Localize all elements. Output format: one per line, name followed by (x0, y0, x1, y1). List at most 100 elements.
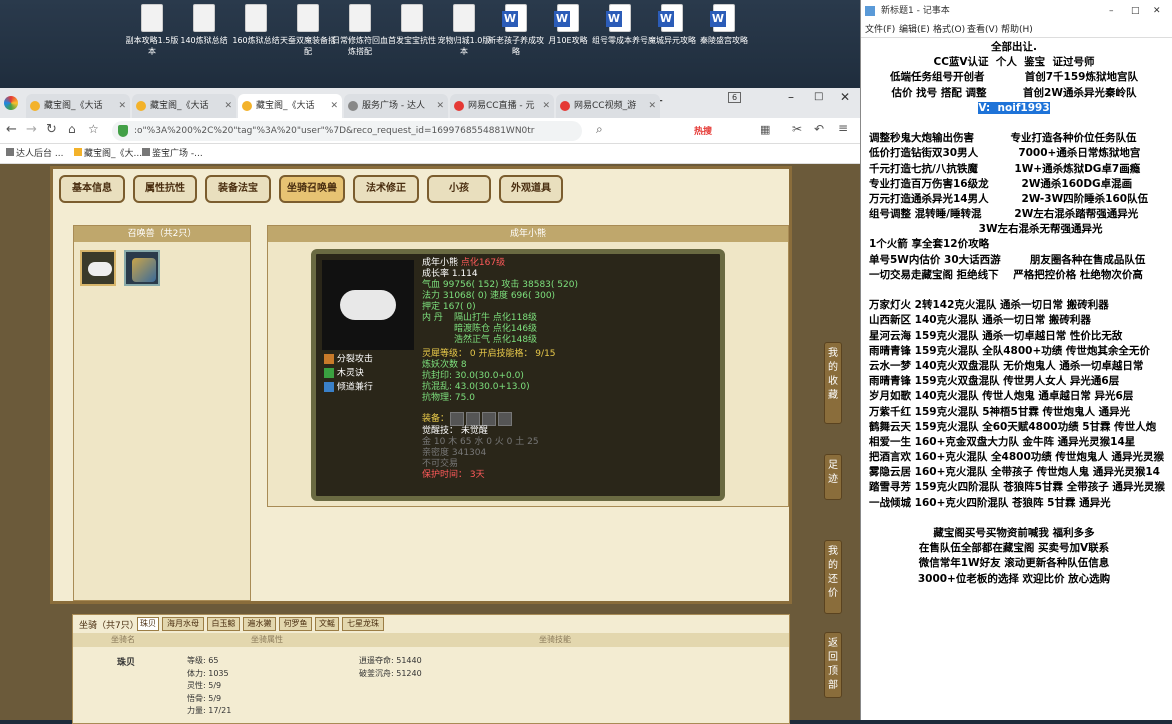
search-icon[interactable]: ⌕ (596, 122, 603, 137)
notepad-menubar: 文件(F) 编辑(E) 格式(O) 查看(V) 帮助(H) (861, 22, 1172, 38)
mount-tab[interactable]: 文鳐 (315, 617, 339, 631)
back-icon[interactable]: ← (6, 122, 17, 137)
notepad-menu-item[interactable]: 编辑(E) (899, 22, 930, 38)
notepad-line (869, 511, 1169, 526)
side-button[interactable]: 足迹 (824, 454, 842, 500)
cut-icon[interactable]: ✂ (792, 122, 802, 136)
tab-label: 藏宝阁_《大话 (44, 101, 103, 111)
pet-equip-label: 装备： (422, 414, 450, 424)
minimize-icon[interactable]: – (788, 90, 794, 104)
notepad-line: 一战倾城 160+克火四阶混队 苍狼阵 5甘霖 通异光 (869, 496, 1111, 509)
desktop-icon-label: 秦陵盛宫攻略 (700, 36, 748, 45)
equip-slot[interactable] (482, 412, 496, 426)
mount-tab[interactable]: 海月水母 (162, 617, 204, 631)
desktop-icon[interactable]: 140炼狱总结 (174, 4, 234, 46)
browser-logo-icon[interactable] (4, 96, 18, 110)
tab-close-icon[interactable]: ✕ (648, 94, 656, 118)
game-tab[interactable]: 法术修正 (353, 175, 419, 203)
reload-icon[interactable]: ↻ (46, 122, 57, 137)
bookmark-item[interactable]: 达人后台 ... (6, 144, 63, 164)
address-input[interactable]: :o"%3A%200%2C%20"tag"%3A%20"user"%7D&rec… (112, 121, 582, 141)
desktop-icon[interactable]: 月10E攻略 (538, 4, 598, 46)
browser-tab[interactable]: 服务广场 - 达人 ✕ (344, 94, 448, 118)
tab-close-icon[interactable]: ✕ (436, 94, 444, 118)
mount-tab[interactable]: 何罗鱼 (279, 617, 312, 631)
tab-close-icon[interactable]: ✕ (118, 94, 126, 118)
desktop-icon-label: 宠物归城1.0版本 (437, 36, 491, 56)
mount-tab[interactable]: 七星龙珠 (342, 617, 384, 631)
pet-skill-1[interactable]: 分裂攻击 (324, 354, 373, 365)
browser-tab-bar: + 6 – □ ✕ 藏宝阁_《大话✕藏宝阁_《大话✕藏宝阁_《大话✕服务广场 -… (0, 88, 860, 118)
pet-skill-3[interactable]: 倾道兼行 (324, 382, 373, 393)
notepad-close-icon[interactable]: ✕ (1153, 0, 1161, 22)
browser-tab[interactable]: 藏宝阁_《大话 ✕ (132, 94, 236, 118)
browser-tab[interactable]: 网易CC直播 - 元 ✕ (450, 94, 554, 118)
game-tab[interactable]: 坐骑召唤兽 (279, 175, 345, 203)
home-icon[interactable]: ⌂ (68, 122, 76, 136)
notepad-icon (865, 6, 875, 16)
pet-hp-attack: 气血 99756( 152) 攻击 38583( 520) (422, 280, 578, 290)
notepad-maximize-icon[interactable]: □ (1131, 0, 1140, 22)
mount-tab[interactable]: 珠贝 (137, 617, 159, 631)
notepad-line: 低价打造钻街双30男人 7000+通杀日常炼狱地宫 (869, 147, 1141, 160)
side-button[interactable]: 我的还价 (824, 540, 842, 614)
desktop-icon[interactable]: 新老孩子养成攻略 (486, 4, 546, 57)
extensions-icon[interactable]: ▦ (760, 123, 770, 136)
game-tab[interactable]: 属性抗性 (133, 175, 197, 203)
tab-close-icon[interactable]: ✕ (330, 94, 338, 118)
notepad-text-area[interactable]: 全部出让. CC蓝V认证 个人 鉴宝 证过号师 低端任务组号开创者 首创7千159炼… (869, 40, 1169, 720)
mount-tab[interactable]: 白玉鲸 (207, 617, 240, 631)
pet-skill-2[interactable]: 木灵诀 (324, 368, 364, 379)
desktop-icon[interactable]: 魔城异元攻略 (642, 4, 702, 46)
desktop-icon[interactable]: 160炼狱总结 (226, 4, 286, 46)
equip-slots (450, 412, 514, 426)
undo-icon[interactable]: ↶ (814, 122, 824, 136)
pet-thumb-polar-bear[interactable] (80, 250, 116, 286)
pet-portrait (322, 260, 414, 350)
notepad-line: 把酒言欢 160+克火混队 全4800功绩 传世炮鬼人 通异光灵猴 (869, 451, 1165, 464)
close-icon[interactable]: ✕ (840, 90, 850, 104)
hot-search-label[interactable]: 热搜 (694, 124, 712, 137)
notepad-menu-item[interactable]: 帮助(H) (1001, 22, 1033, 38)
notepad-menu-item[interactable]: 格式(O) (933, 22, 965, 38)
mount-tab[interactable]: 遍水獭 (243, 617, 276, 631)
game-tab[interactable]: 小孩 (427, 175, 491, 203)
desktop-icon[interactable]: 宠物归城1.0版本 (434, 4, 494, 57)
pet-resist-physical: 抗物理: 75.0 (422, 393, 475, 403)
bookmark-item[interactable]: 鉴宝广场 -... (142, 144, 203, 164)
desktop-icon[interactable]: 秦陵盛宫攻略 (694, 4, 754, 46)
text-file-icon (141, 4, 163, 32)
maximize-icon[interactable]: □ (814, 91, 823, 102)
notepad-minimize-icon[interactable]: – (1109, 0, 1114, 22)
bookmark-item[interactable]: 藏宝阁_《大... (74, 144, 142, 164)
equip-slot[interactable] (466, 412, 480, 426)
equip-slot[interactable] (498, 412, 512, 426)
browser-tab[interactable]: 藏宝阁_《大话 ✕ (26, 94, 130, 118)
star-icon[interactable]: ☆ (88, 122, 99, 136)
desktop-icon[interactable]: 首发宝宝抗性 (382, 4, 442, 46)
side-button[interactable]: 我的收藏 (824, 342, 842, 424)
side-button[interactable]: 返回顶部 (824, 632, 842, 698)
desktop-icon[interactable]: 组号零成本养号 (590, 4, 650, 46)
tab-close-icon[interactable]: ✕ (542, 94, 550, 118)
desktop-icon[interactable]: 天蚕双魔装备搭配 (278, 4, 338, 57)
browser-tab[interactable]: 网易CC视频_游 ✕ (556, 94, 660, 118)
desktop-icon[interactable]: 副本攻略1.5版本 (122, 4, 182, 57)
pet-thumb-second[interactable] (124, 250, 160, 286)
browser-tab[interactable]: 藏宝阁_《大话 ✕ (238, 94, 342, 118)
game-tab[interactable]: 外观道具 (499, 175, 563, 203)
pet-elements: 金 10 木 65 水 0 火 0 土 25 (422, 437, 539, 447)
equip-slot[interactable] (450, 412, 464, 426)
polar-bear-icon (88, 262, 112, 276)
menu-icon[interactable]: ≡ (838, 121, 848, 135)
pet-growth: 成长率 1.114 (422, 269, 478, 279)
game-tab[interactable]: 装备法宝 (205, 175, 271, 203)
bookmark-label: 鉴宝广场 -... (152, 149, 203, 159)
tab-close-icon[interactable]: ✕ (224, 94, 232, 118)
tab-counter[interactable]: 6 (728, 92, 742, 103)
notepad-menu-item[interactable]: 查看(V) (967, 22, 998, 38)
desktop-icon[interactable]: 日常修炼符回血炼搭配 (330, 4, 390, 57)
game-tab[interactable]: 基本信息 (59, 175, 125, 203)
notepad-menu-item[interactable]: 文件(F) (865, 22, 895, 38)
forward-icon[interactable]: → (26, 122, 37, 137)
